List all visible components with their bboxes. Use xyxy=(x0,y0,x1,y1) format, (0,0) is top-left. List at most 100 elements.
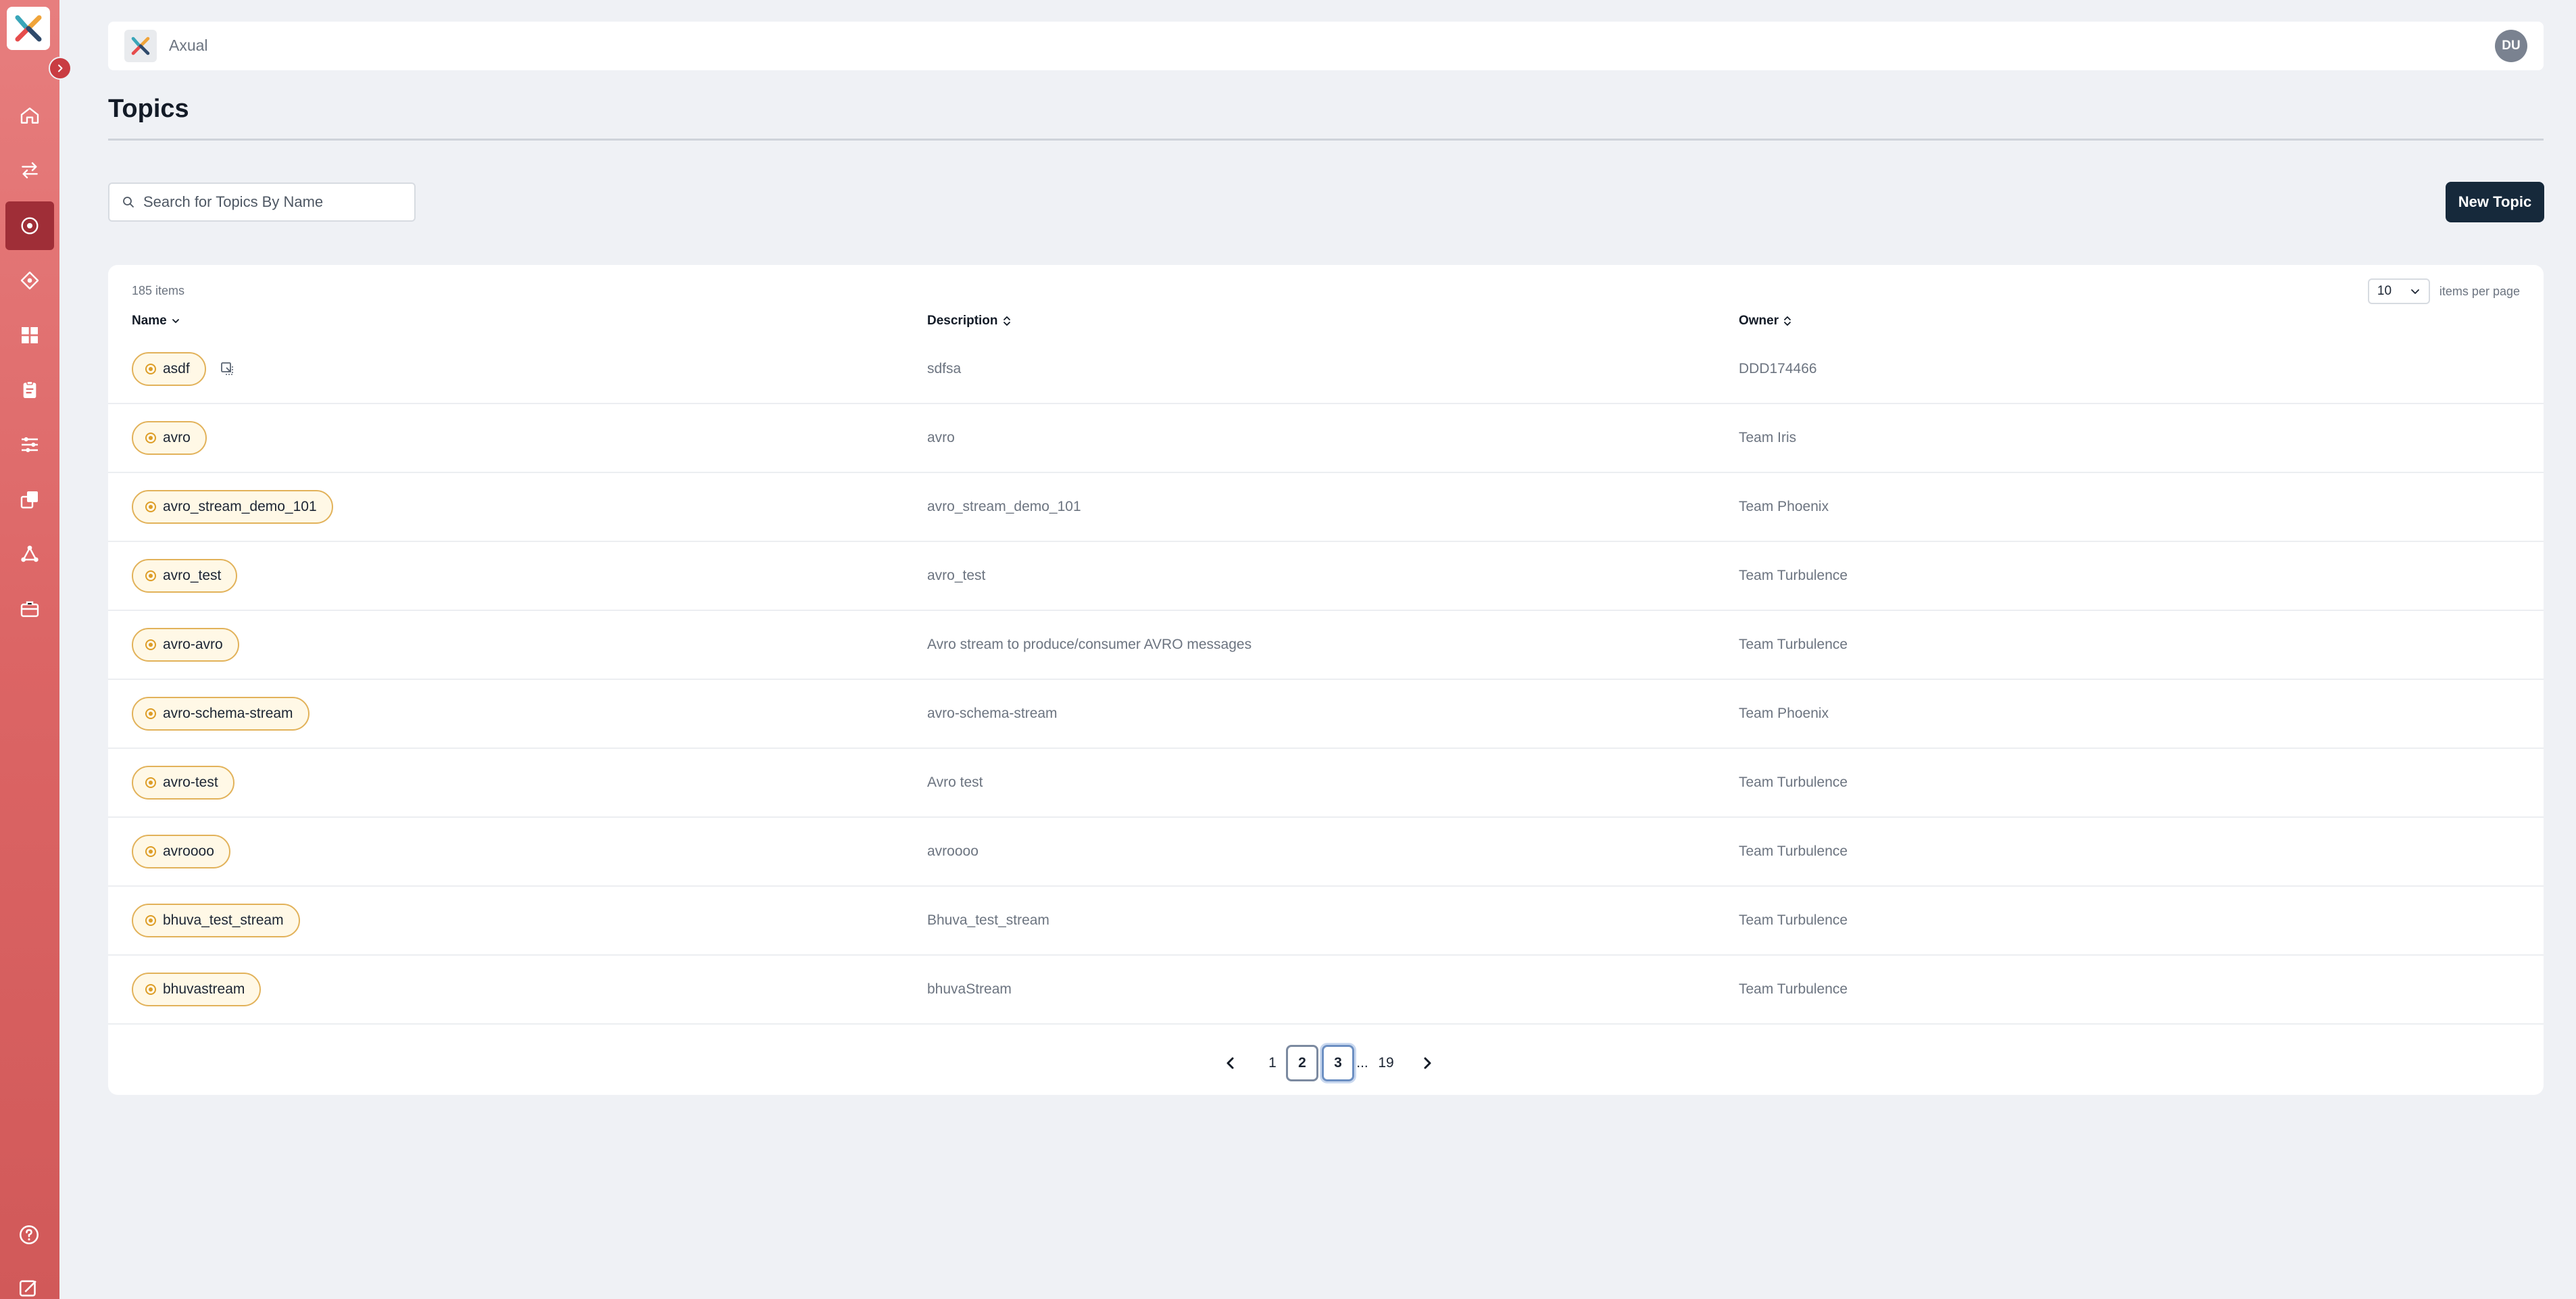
topic-name: avro-test xyxy=(163,775,218,790)
topic-name: asdf xyxy=(163,361,190,376)
name-cell: avro-test xyxy=(132,749,234,816)
application-icon xyxy=(20,271,39,290)
sidebar-item-applications[interactable] xyxy=(5,256,54,305)
column-header-owner-label: Owner xyxy=(1739,314,1779,328)
feedback-icon[interactable] xyxy=(18,1277,41,1299)
name-cell: avro xyxy=(132,404,207,472)
table-row[interactable]: asdf sdfsa DDD174466 xyxy=(108,335,2544,404)
sidebar-expand-button[interactable] xyxy=(49,57,72,80)
table-row[interactable]: bhuvastream bhuvaStream Team Turbulence xyxy=(108,956,2544,1025)
table-row[interactable]: avro-test Avro test Team Turbulence xyxy=(108,749,2544,818)
search-box xyxy=(108,182,416,222)
chevron-right-icon xyxy=(1424,1057,1431,1069)
pagination-page-1[interactable]: 1 xyxy=(1257,1045,1288,1081)
pagination-page-2[interactable]: 2 xyxy=(1286,1045,1318,1081)
topics-table-card: 185 items 10 items per page Name Descrip… xyxy=(108,265,2544,1095)
sidebar-item-environments[interactable] xyxy=(5,475,54,524)
sort-icon xyxy=(1003,316,1010,326)
table-row[interactable]: avro-schema-stream avro-schema-stream Te… xyxy=(108,680,2544,749)
topic-pill[interactable]: avro_stream_demo_101 xyxy=(132,490,333,524)
app-name: Axual xyxy=(169,36,208,54)
copy-stack-icon xyxy=(20,491,38,509)
topic-pill[interactable]: avro xyxy=(132,421,207,455)
description-cell: Avro test xyxy=(927,775,983,790)
topic-pill[interactable]: avro_test xyxy=(132,559,238,593)
toolbox-icon xyxy=(20,601,39,617)
topic-pill[interactable]: asdf xyxy=(132,352,206,386)
name-cell: asdf xyxy=(132,335,236,403)
owner-cell: Team Turbulence xyxy=(1739,637,1848,652)
table-row[interactable]: avroooo avroooo Team Turbulence xyxy=(108,818,2544,887)
table-row[interactable]: avro_stream_demo_101 avro_stream_demo_10… xyxy=(108,473,2544,542)
owner-cell: DDD174466 xyxy=(1739,361,1817,376)
items-per-page-select[interactable]: 10 xyxy=(2367,278,2430,304)
description-cell: Avro stream to produce/consumer AVRO mes… xyxy=(927,637,1252,652)
owner-cell: Team Turbulence xyxy=(1739,568,1848,583)
description-cell: bhuvaStream xyxy=(927,981,1012,997)
column-header-description[interactable]: Description xyxy=(927,314,1012,328)
topic-pill[interactable]: avro-avro xyxy=(132,628,239,662)
topic-icon xyxy=(145,570,156,581)
topic-icon xyxy=(145,433,156,443)
name-cell: avroooo xyxy=(132,818,230,885)
column-header-owner[interactable]: Owner xyxy=(1739,314,1792,328)
pagination-next[interactable] xyxy=(1416,1045,1439,1081)
owner-cell: Team Turbulence xyxy=(1739,775,1848,790)
topic-name: avro-avro xyxy=(163,637,223,652)
description-cell: avroooo xyxy=(927,843,979,859)
pagination-page-3[interactable]: 3 xyxy=(1322,1045,1354,1081)
owner-cell: Team Turbulence xyxy=(1739,912,1848,928)
new-topic-button[interactable]: New Topic xyxy=(2446,182,2544,222)
pagination-prev[interactable] xyxy=(1219,1045,1242,1081)
topic-name: avro_stream_demo_101 xyxy=(163,499,317,514)
sidebar-item-schemas[interactable] xyxy=(5,366,54,414)
sliders-icon xyxy=(22,437,38,453)
table-row[interactable]: avro-avro Avro stream to produce/consume… xyxy=(108,611,2544,680)
topic-icon xyxy=(145,639,156,650)
clipboard-icon xyxy=(23,381,36,398)
sidebar-item-settings[interactable] xyxy=(5,420,54,469)
transfer-icon xyxy=(22,162,38,178)
sidebar-item-dashboard[interactable] xyxy=(5,311,54,360)
sidebar-item-connectors[interactable] xyxy=(5,530,54,579)
topic-pill[interactable]: bhuvastream xyxy=(132,973,262,1006)
topic-icon xyxy=(145,708,156,719)
sort-icon xyxy=(1784,316,1791,326)
column-header-name[interactable]: Name xyxy=(132,314,180,328)
sidebar-item-topics[interactable] xyxy=(5,201,54,250)
user-avatar[interactable]: DU xyxy=(2495,30,2527,62)
chevron-left-icon xyxy=(1227,1057,1234,1069)
table-row[interactable]: avro avro Team Iris xyxy=(108,404,2544,473)
topic-name: avro-schema-stream xyxy=(163,706,293,721)
topic-pill[interactable]: avro-schema-stream xyxy=(132,697,309,731)
copy-icon[interactable] xyxy=(220,361,236,377)
items-per-page: 10 items per page xyxy=(2367,278,2520,304)
app-logo[interactable] xyxy=(124,30,157,62)
axual-logo[interactable] xyxy=(7,7,50,50)
owner-cell: Team Turbulence xyxy=(1739,981,1848,997)
topic-pill[interactable]: avroooo xyxy=(132,835,230,868)
search-input[interactable] xyxy=(143,193,414,211)
pagination-page-last[interactable]: 19 xyxy=(1370,1045,1402,1081)
axual-logo-icon xyxy=(131,36,150,55)
owner-cell: Team Iris xyxy=(1739,430,1797,445)
topic-icon xyxy=(145,915,156,926)
sidebar-item-tools[interactable] xyxy=(5,585,54,633)
topic-pill[interactable]: avro-test xyxy=(132,766,234,800)
home-icon xyxy=(20,107,39,124)
table-row[interactable]: bhuva_test_stream Bhuva_test_stream Team… xyxy=(108,887,2544,956)
topic-name: bhuva_test_stream xyxy=(163,912,284,928)
topic-pill[interactable]: bhuva_test_stream xyxy=(132,904,300,937)
help-icon[interactable] xyxy=(18,1223,41,1246)
topic-icon xyxy=(145,777,156,788)
topic-icon xyxy=(145,846,156,857)
sidebar-item-home[interactable] xyxy=(5,91,54,140)
dashboard-icon xyxy=(22,327,38,343)
chevron-down-icon xyxy=(2411,289,2419,294)
top-bar: Axual DU xyxy=(108,22,2544,70)
owner-cell: Team Phoenix xyxy=(1739,706,1829,721)
sidebar-item-streams[interactable] xyxy=(5,146,54,195)
table-row[interactable]: avro_test avro_test Team Turbulence xyxy=(108,542,2544,611)
topic-name: bhuvastream xyxy=(163,981,245,997)
search-icon xyxy=(123,197,134,207)
